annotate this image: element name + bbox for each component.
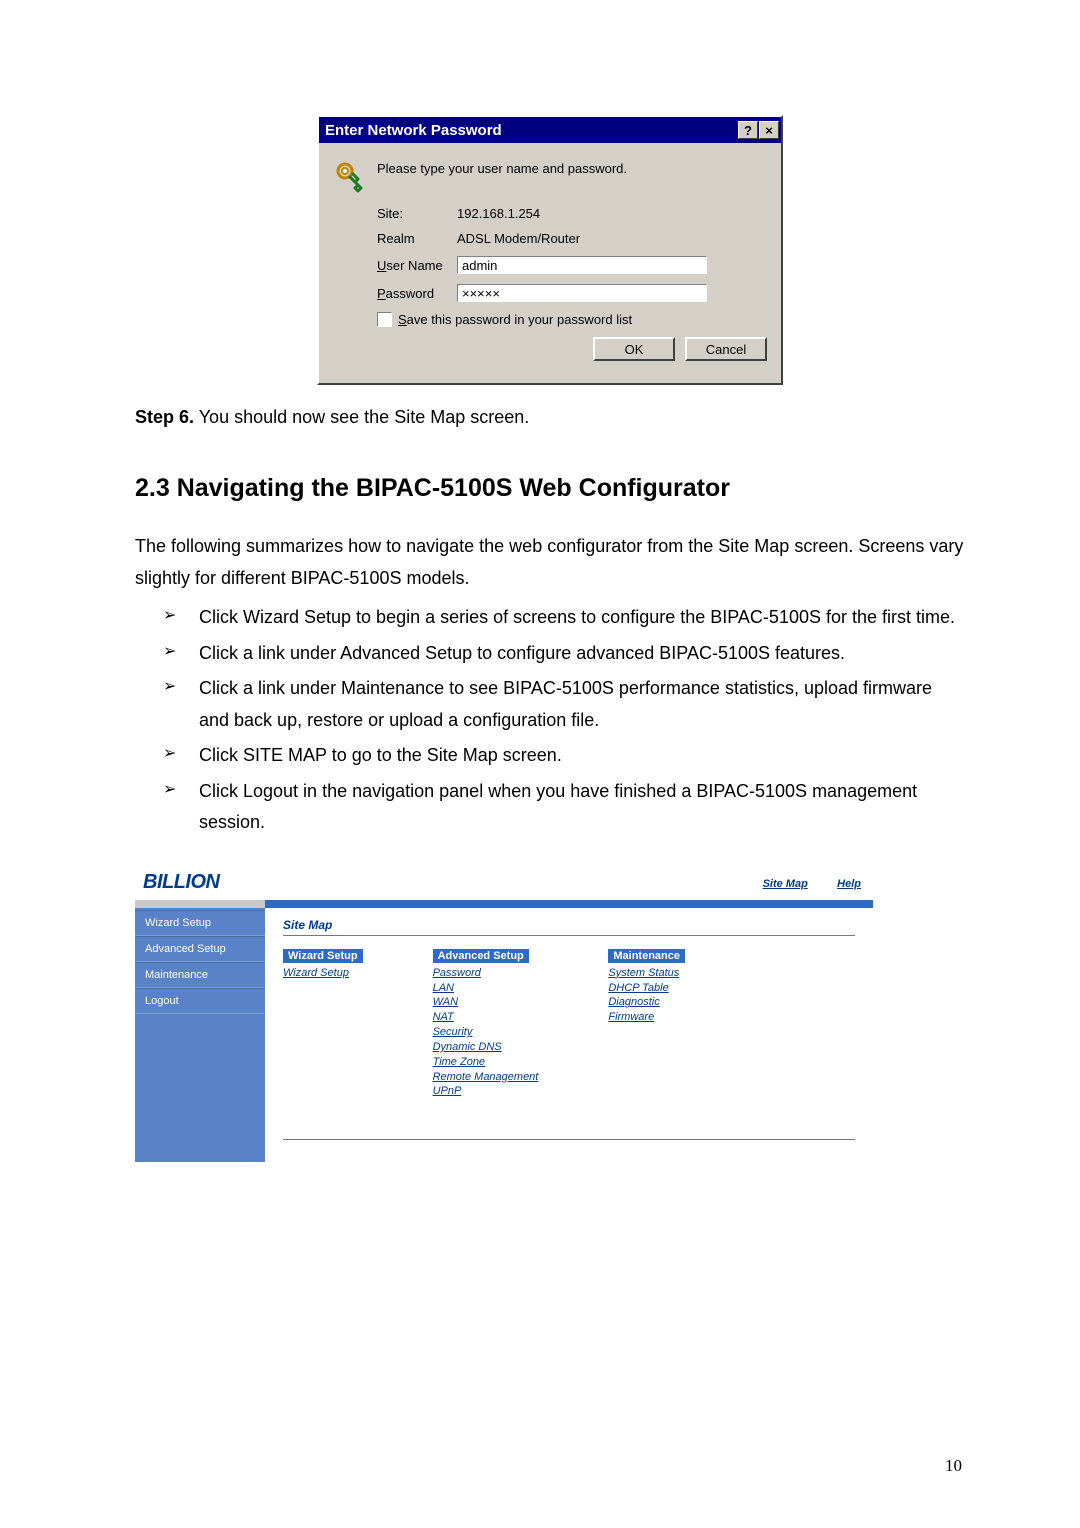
dhcp-table-link[interactable]: DHCP Table (608, 981, 685, 996)
ok-button[interactable]: OK (593, 337, 675, 361)
wizard-setup-column: Wizard Setup Wizard Setup (283, 948, 363, 1100)
list-item: Click Logout in the navigation panel whe… (163, 776, 965, 839)
sidebar-item-maintenance[interactable]: Maintenance (135, 962, 265, 988)
save-password-label: Save this password in your password list (398, 312, 632, 327)
realm-label: Realm (377, 231, 457, 246)
navigation-bullet-list: Click Wizard Setup to begin a series of … (163, 602, 965, 839)
enter-network-password-dialog: Enter Network Password ? × Please type y… (317, 115, 783, 385)
sidebar-nav: Wizard Setup Advanced Setup Maintenance … (135, 908, 265, 1163)
site-value: 192.168.1.254 (457, 206, 767, 221)
intro-paragraph: The following summarizes how to navigate… (135, 531, 965, 594)
key-icon (333, 157, 377, 196)
close-icon[interactable]: × (759, 121, 779, 139)
wan-link[interactable]: WAN (433, 995, 539, 1010)
help-icon[interactable]: ? (738, 121, 758, 139)
username-input[interactable] (457, 256, 707, 274)
password-label: Password (377, 286, 457, 301)
maintenance-header: Maintenance (608, 949, 685, 963)
nat-link[interactable]: NAT (433, 1010, 539, 1025)
site-map-link[interactable]: Site Map (763, 878, 808, 890)
security-link[interactable]: Security (433, 1025, 539, 1040)
upnp-link[interactable]: UPnP (433, 1084, 539, 1099)
step-6-text: Step 6. You should now see the Site Map … (135, 405, 965, 430)
username-label: User Name (377, 258, 457, 273)
page-number: 10 (945, 1456, 962, 1476)
dialog-title: Enter Network Password (325, 122, 737, 139)
save-password-checkbox[interactable] (377, 312, 392, 327)
maintenance-column: Maintenance System Status DHCP Table Dia… (608, 948, 685, 1100)
sidebar-item-advanced-setup[interactable]: Advanced Setup (135, 936, 265, 962)
realm-value: ADSL Modem/Router (457, 231, 767, 246)
sidebar-item-wizard-setup[interactable]: Wizard Setup (135, 910, 265, 936)
remote-management-link[interactable]: Remote Management (433, 1070, 539, 1085)
cancel-button[interactable]: Cancel (685, 337, 767, 361)
dynamic-dns-link[interactable]: Dynamic DNS (433, 1040, 539, 1055)
section-heading: 2.3 Navigating the BIPAC-5100S Web Confi… (135, 474, 965, 503)
wizard-setup-link[interactable]: Wizard Setup (283, 966, 363, 981)
list-item: Click Wizard Setup to begin a series of … (163, 602, 965, 634)
dialog-titlebar: Enter Network Password ? × (319, 117, 781, 143)
lan-link[interactable]: LAN (433, 981, 539, 996)
site-label: Site: (377, 206, 457, 221)
advanced-setup-column: Advanced Setup Password LAN WAN NAT Secu… (433, 948, 539, 1100)
list-item: Click a link under Advanced Setup to con… (163, 638, 965, 670)
content-title: Site Map (283, 918, 855, 932)
wizard-setup-header: Wizard Setup (283, 949, 363, 963)
password-link[interactable]: Password (433, 966, 539, 981)
list-item: Click SITE MAP to go to the Site Map scr… (163, 740, 965, 772)
sidebar-item-logout[interactable]: Logout (135, 988, 265, 1014)
help-link[interactable]: Help (837, 878, 861, 890)
system-status-link[interactable]: System Status (608, 966, 685, 981)
advanced-setup-header: Advanced Setup (433, 949, 529, 963)
list-item: Click a link under Maintenance to see BI… (163, 673, 965, 736)
password-input[interactable] (457, 284, 707, 302)
dialog-prompt: Please type your user name and password. (377, 157, 627, 176)
time-zone-link[interactable]: Time Zone (433, 1055, 539, 1070)
diagnostic-link[interactable]: Diagnostic (608, 995, 685, 1010)
firmware-link[interactable]: Firmware (608, 1010, 685, 1025)
billion-logo: BILLION (135, 867, 277, 900)
sitemap-screenshot: BILLION Site Map Help Wizard Setup Advan… (135, 867, 873, 1163)
